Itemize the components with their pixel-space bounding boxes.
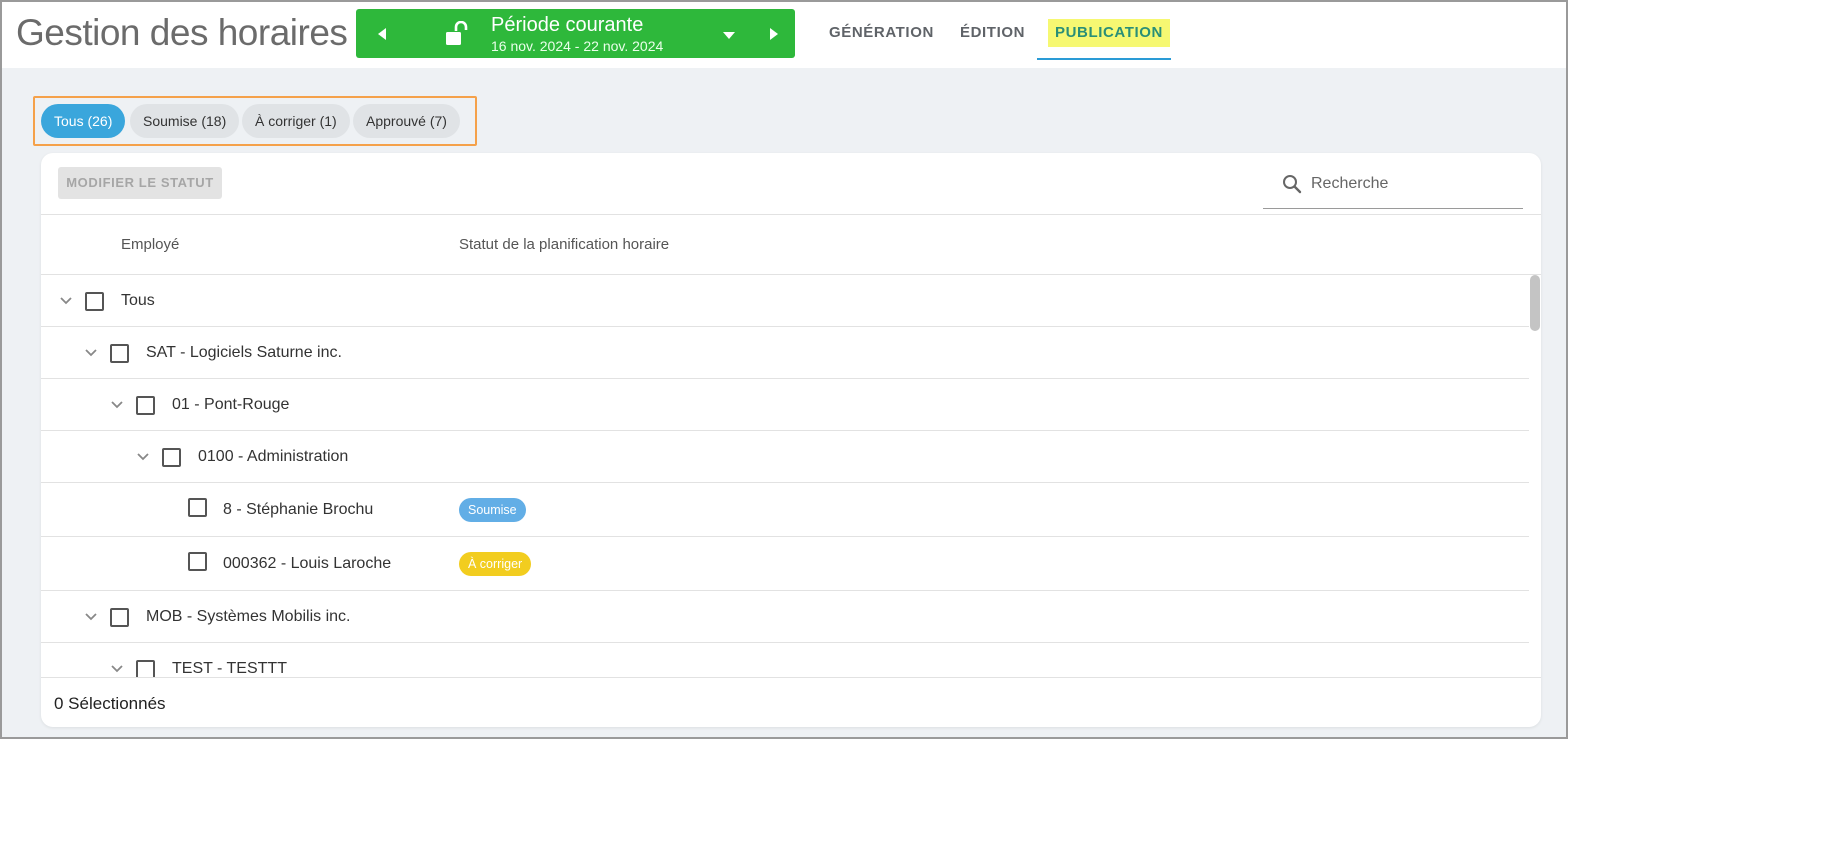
caret-down-icon[interactable]	[721, 29, 737, 41]
row-label: 0100 - Administration	[198, 448, 349, 465]
row-checkbox[interactable]	[162, 448, 181, 467]
vertical-scrollbar[interactable]	[1530, 275, 1541, 678]
status-badge: Soumise	[459, 498, 526, 522]
row-checkbox[interactable]	[136, 660, 155, 678]
period-label: Période courante	[491, 14, 644, 36]
filter-chip-submitted[interactable]: Soumise (18)	[130, 104, 240, 138]
table-row: MOB - Systèmes Mobilis inc.	[41, 591, 1529, 643]
next-period-icon[interactable]	[764, 23, 784, 45]
table-row: SAT - Logiciels Saturne inc.	[41, 327, 1529, 379]
scrollbar-thumb[interactable]	[1530, 275, 1540, 331]
status-badge: À corriger	[459, 552, 532, 576]
search-input[interactable]	[1311, 171, 1511, 197]
column-header-status[interactable]: Statut de la planification horaire	[459, 236, 669, 253]
table-row: 000362 - Louis Laroche À corriger	[41, 537, 1529, 591]
filter-chip-all[interactable]: Tous (26)	[41, 104, 126, 138]
row-label: MOB - Systèmes Mobilis inc.	[146, 608, 351, 625]
modify-status-button[interactable]: MODIFIER LE STATUT	[58, 167, 222, 199]
table-body: Tous SAT - Logiciels Saturne inc. 01 - P…	[41, 275, 1531, 678]
search-icon	[1283, 175, 1302, 194]
table-header: Employé Statut de la planification horai…	[41, 214, 1541, 275]
row-label: 000362 - Louis Laroche	[223, 555, 392, 572]
app-window: Gestion des horaires Période courante 16…	[0, 0, 1568, 739]
row-checkbox[interactable]	[136, 396, 155, 415]
previous-period-icon[interactable]	[372, 23, 392, 45]
row-label: SAT - Logiciels Saturne inc.	[146, 344, 342, 361]
table-row: 01 - Pont-Rouge	[41, 379, 1529, 431]
search-box[interactable]	[1263, 167, 1523, 209]
chevron-down-icon[interactable]	[136, 452, 150, 462]
row-checkbox[interactable]	[188, 498, 207, 517]
header: Gestion des horaires Période courante 16…	[2, 2, 1566, 68]
period-selector[interactable]: Période courante 16 nov. 2024 - 22 nov. …	[356, 9, 795, 58]
status-filter-group: Tous (26) Soumise (18) À corriger (1) Ap…	[33, 96, 477, 146]
row-checkbox[interactable]	[85, 292, 104, 311]
table-row: 0100 - Administration	[41, 431, 1529, 483]
tab-generation[interactable]: GÉNÉRATION	[822, 19, 941, 47]
column-header-employee[interactable]: Employé	[121, 236, 179, 253]
row-label: TEST - TESTTT	[172, 660, 287, 677]
table-footer: 0 Sélectionnés	[41, 677, 1541, 727]
chevron-down-icon[interactable]	[84, 612, 98, 622]
row-label: Tous	[121, 292, 155, 309]
unlock-icon	[446, 21, 468, 45]
chevron-down-icon[interactable]	[110, 664, 124, 674]
period-dates: 16 nov. 2024 - 22 nov. 2024	[491, 38, 664, 54]
active-tab-indicator	[1037, 58, 1171, 60]
schedule-table-card: MODIFIER LE STATUT Employé Statut de la …	[41, 153, 1541, 727]
row-label: 8 - Stéphanie Brochu	[223, 501, 374, 518]
row-label: 01 - Pont-Rouge	[172, 396, 290, 413]
tab-edition[interactable]: ÉDITION	[953, 19, 1032, 47]
tab-publication[interactable]: PUBLICATION	[1048, 19, 1170, 47]
row-checkbox[interactable]	[110, 608, 129, 627]
chevron-down-icon[interactable]	[84, 348, 98, 358]
row-checkbox[interactable]	[188, 552, 207, 571]
selected-count: 0 Sélectionnés	[54, 694, 166, 713]
row-checkbox[interactable]	[110, 344, 129, 363]
chevron-down-icon[interactable]	[110, 400, 124, 410]
table-row: TEST - TESTTT	[41, 643, 1529, 678]
table-row: 8 - Stéphanie Brochu Soumise	[41, 483, 1529, 537]
page-title: Gestion des horaires	[16, 12, 348, 53]
filter-chip-approved[interactable]: Approuvé (7)	[353, 104, 460, 138]
chevron-down-icon[interactable]	[59, 296, 73, 306]
table-row: Tous	[41, 275, 1529, 327]
filter-chip-to-correct[interactable]: À corriger (1)	[242, 104, 350, 138]
